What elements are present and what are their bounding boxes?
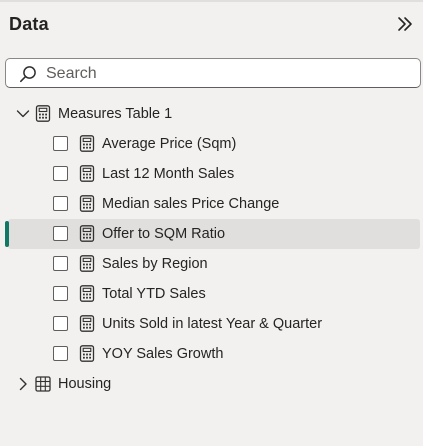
double-chevron-right-icon <box>398 17 412 31</box>
measure-item[interactable]: Last 12 Month Sales <box>0 159 423 189</box>
measure-item[interactable]: Median sales Price Change <box>0 189 423 219</box>
measure-label: Average Price (Sqm) <box>102 136 237 152</box>
measure-item[interactable]: Total YTD Sales <box>0 279 423 309</box>
measure-item[interactable]: Average Price (Sqm) <box>0 129 423 159</box>
measure-checkbox[interactable] <box>53 256 68 271</box>
calculator-icon <box>79 255 95 272</box>
search-input[interactable] <box>46 62 406 86</box>
measure-label: Sales by Region <box>102 256 208 272</box>
calculator-icon <box>79 225 95 242</box>
chevron-down-icon[interactable] <box>16 107 30 121</box>
calculator-icon <box>79 315 95 332</box>
calculator-icon <box>79 345 95 362</box>
measure-item[interactable]: YOY Sales Growth <box>0 339 423 369</box>
measure-label: Offer to SQM Ratio <box>102 226 226 242</box>
measure-checkbox[interactable] <box>53 346 68 361</box>
search-box[interactable] <box>5 58 421 88</box>
calculator-icon <box>79 285 95 302</box>
collapse-pane-button[interactable] <box>396 14 416 34</box>
search-icon <box>19 66 36 83</box>
tree-node-label: Measures Table 1 <box>58 106 173 122</box>
pane-header: Data <box>0 0 423 52</box>
table-grid-icon <box>35 376 51 392</box>
calculator-icon <box>79 135 95 152</box>
tree-node-label: Housing <box>58 376 112 392</box>
selection-indicator <box>5 221 9 247</box>
measure-label: Total YTD Sales <box>102 286 206 302</box>
measure-item[interactable]: Units Sold in latest Year & Quarter <box>0 309 423 339</box>
measure-label: Last 12 Month Sales <box>102 166 235 182</box>
measure-label: Units Sold in latest Year & Quarter <box>102 316 323 332</box>
measure-checkbox[interactable] <box>53 316 68 331</box>
measure-item[interactable]: Sales by Region <box>0 249 423 279</box>
measure-checkbox[interactable] <box>53 286 68 301</box>
measure-label: Median sales Price Change <box>102 196 280 212</box>
measure-checkbox[interactable] <box>53 166 68 181</box>
tree-node-housing[interactable]: Housing <box>0 369 423 399</box>
measure-label: YOY Sales Growth <box>102 346 224 362</box>
calculator-icon <box>79 195 95 212</box>
chevron-right-icon[interactable] <box>16 377 30 391</box>
measure-item[interactable]: Offer to SQM Ratio <box>0 219 423 249</box>
calculator-table-icon <box>35 105 51 122</box>
tree-node-measures-table-1[interactable]: Measures Table 1 <box>0 99 423 129</box>
pane-title: Data <box>9 14 49 34</box>
measure-checkbox[interactable] <box>53 226 68 241</box>
calculator-icon <box>79 165 95 182</box>
measure-checkbox[interactable] <box>53 196 68 211</box>
measure-checkbox[interactable] <box>53 136 68 151</box>
